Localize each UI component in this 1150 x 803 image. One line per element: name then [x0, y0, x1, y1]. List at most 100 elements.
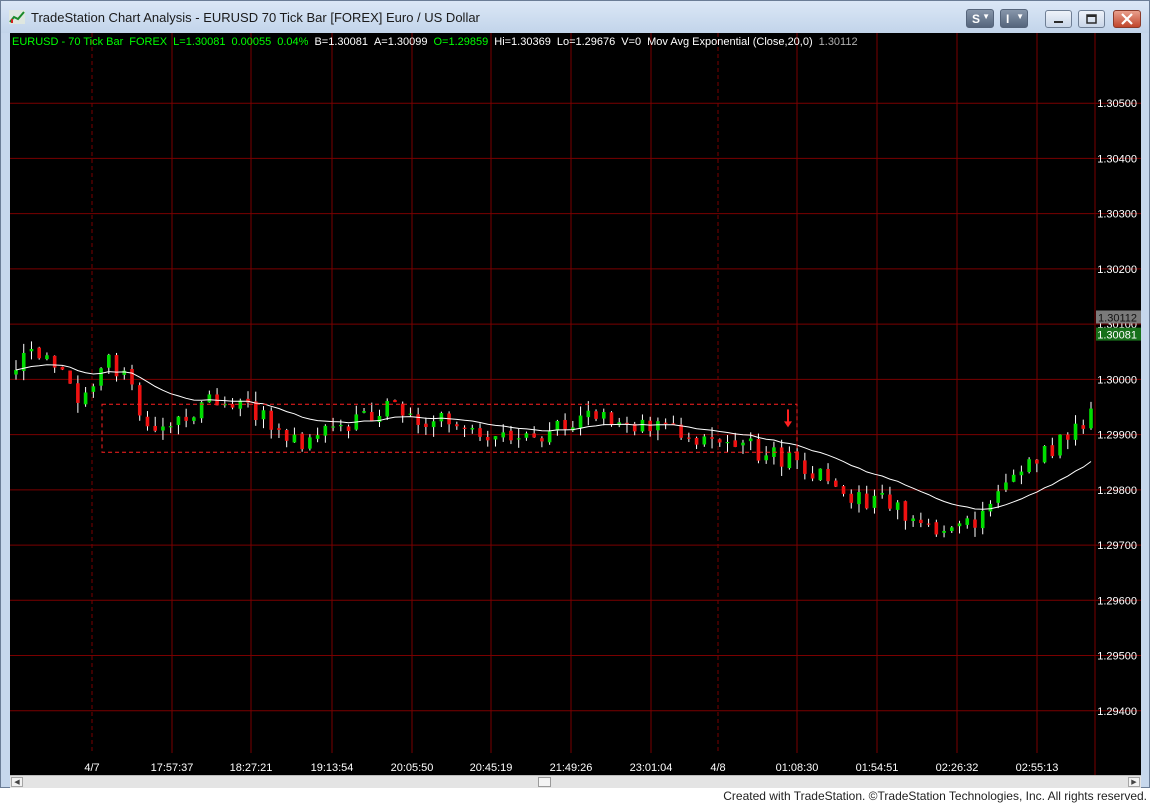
- candle-up: [1011, 474, 1016, 482]
- candle-down: [888, 494, 892, 509]
- horizontal-scrollbar[interactable]: ◀ ▶: [10, 775, 1141, 788]
- candle-down: [1035, 459, 1039, 464]
- candle-down: [810, 473, 815, 479]
- candle-up: [1027, 459, 1031, 472]
- candle-down: [540, 438, 544, 442]
- candle-down: [60, 366, 65, 370]
- candle-up: [1019, 471, 1024, 476]
- down-arrow-icon: [784, 421, 792, 428]
- candle-up: [895, 502, 900, 510]
- status-line-item: FOREX: [129, 36, 168, 48]
- candle-up: [547, 431, 552, 443]
- time-axis-label: 23:01:04: [630, 762, 673, 774]
- candle-up: [261, 410, 266, 420]
- candle-up: [764, 455, 768, 461]
- candle-up: [493, 436, 498, 440]
- candle-up: [872, 495, 877, 508]
- scroll-thumb[interactable]: [538, 777, 551, 787]
- candle-up: [980, 510, 985, 529]
- chart-plot-area[interactable]: 1.30500 1.30400 1.30300 1.30200 1.30100 1.300…: [10, 33, 1141, 775]
- candle-down: [756, 438, 761, 461]
- candle-up: [91, 386, 96, 392]
- candle-up: [702, 436, 707, 445]
- candle-up: [516, 438, 521, 440]
- candle-down: [68, 370, 72, 384]
- candle-down: [687, 437, 691, 439]
- candle-down: [694, 437, 699, 445]
- candle-up: [83, 392, 88, 405]
- candle-up: [524, 433, 529, 438]
- time-axis-label: 19:13:54: [311, 762, 354, 774]
- candle-up: [949, 527, 954, 532]
- candle-down: [795, 451, 799, 461]
- title-bar[interactable]: TradeStation Chart Analysis - EURUSD 70 …: [1, 1, 1149, 33]
- candle-down: [145, 416, 150, 427]
- candle-down: [284, 430, 289, 441]
- status-line-item: Hi=1.30369: [494, 36, 551, 48]
- candle-up: [748, 438, 753, 442]
- candle-up: [14, 369, 18, 375]
- candle-down: [478, 428, 482, 437]
- candle-up: [725, 442, 730, 444]
- status-line-item: EURUSD - 70 Tick Bar: [12, 36, 124, 48]
- window-title: TradeStation Chart Analysis - EURUSD 70 …: [31, 10, 480, 25]
- candle-down: [833, 480, 838, 487]
- status-line-item: Lo=1.29676: [557, 36, 615, 48]
- time-axis-label: 02:26:32: [936, 762, 979, 774]
- price-axis-label: 1.29600: [1097, 595, 1137, 607]
- candle-up: [741, 442, 745, 446]
- candle-down: [277, 428, 281, 430]
- candle-down: [849, 493, 854, 503]
- candle-down: [393, 400, 397, 403]
- candle-down: [663, 422, 668, 425]
- price-marker-label: 1.30081: [1097, 330, 1137, 342]
- candle-up: [857, 492, 861, 505]
- price-axis-label: 1.29400: [1097, 706, 1137, 718]
- price-marker-label: 1.30112: [1098, 312, 1137, 324]
- candle-up: [99, 368, 103, 386]
- candle-up: [1042, 446, 1047, 463]
- scroll-left-arrow-icon[interactable]: ◀: [11, 777, 23, 787]
- scroll-right-arrow-icon[interactable]: ▶: [1128, 777, 1140, 787]
- candle-up: [470, 427, 475, 430]
- candle-up: [292, 434, 297, 443]
- styles-button-label: S: [972, 12, 981, 26]
- candle-down: [864, 493, 869, 509]
- candle-up: [323, 425, 328, 436]
- candle-down: [609, 412, 614, 425]
- candle-down: [733, 440, 738, 447]
- candle-down: [919, 519, 923, 524]
- price-axis-label: 1.30300: [1097, 209, 1137, 221]
- price-axis-label: 1.30000: [1097, 374, 1137, 386]
- candle-up: [315, 435, 320, 439]
- candle-up: [988, 503, 993, 512]
- candle-up: [207, 394, 212, 403]
- candle-down: [563, 419, 567, 430]
- candle-up: [601, 412, 606, 419]
- time-axis-label: 01:54:51: [856, 762, 899, 774]
- copyright-footer: Created with TradeStation. ©TradeStation…: [723, 789, 1147, 803]
- candle-down: [130, 369, 134, 385]
- minimize-button[interactable]: [1045, 10, 1072, 28]
- candle-up: [965, 518, 970, 525]
- candle-down: [424, 423, 428, 427]
- candle-down: [779, 447, 784, 467]
- minimize-icon: [1054, 21, 1063, 23]
- indicators-dropdown-button[interactable]: I ▼: [1000, 9, 1028, 28]
- styles-dropdown-button[interactable]: S ▼: [966, 9, 994, 28]
- candle-up: [308, 437, 312, 449]
- candle-up: [1073, 423, 1078, 440]
- candle-down: [934, 522, 939, 535]
- restore-button[interactable]: [1078, 10, 1105, 28]
- candle-down: [826, 468, 830, 482]
- candle-up: [1004, 482, 1008, 490]
- candle-down: [710, 437, 714, 439]
- candle-up: [957, 523, 962, 527]
- candlestick-chart[interactable]: 1.305001.304001.303001.302001.301001.300…: [10, 33, 1141, 775]
- close-button[interactable]: [1113, 10, 1141, 28]
- close-icon: [1121, 13, 1133, 25]
- time-axis-label: 4/7: [84, 762, 99, 774]
- candle-up: [586, 410, 591, 418]
- candle-down: [973, 519, 977, 528]
- status-line-item: A=1.30099: [374, 36, 428, 48]
